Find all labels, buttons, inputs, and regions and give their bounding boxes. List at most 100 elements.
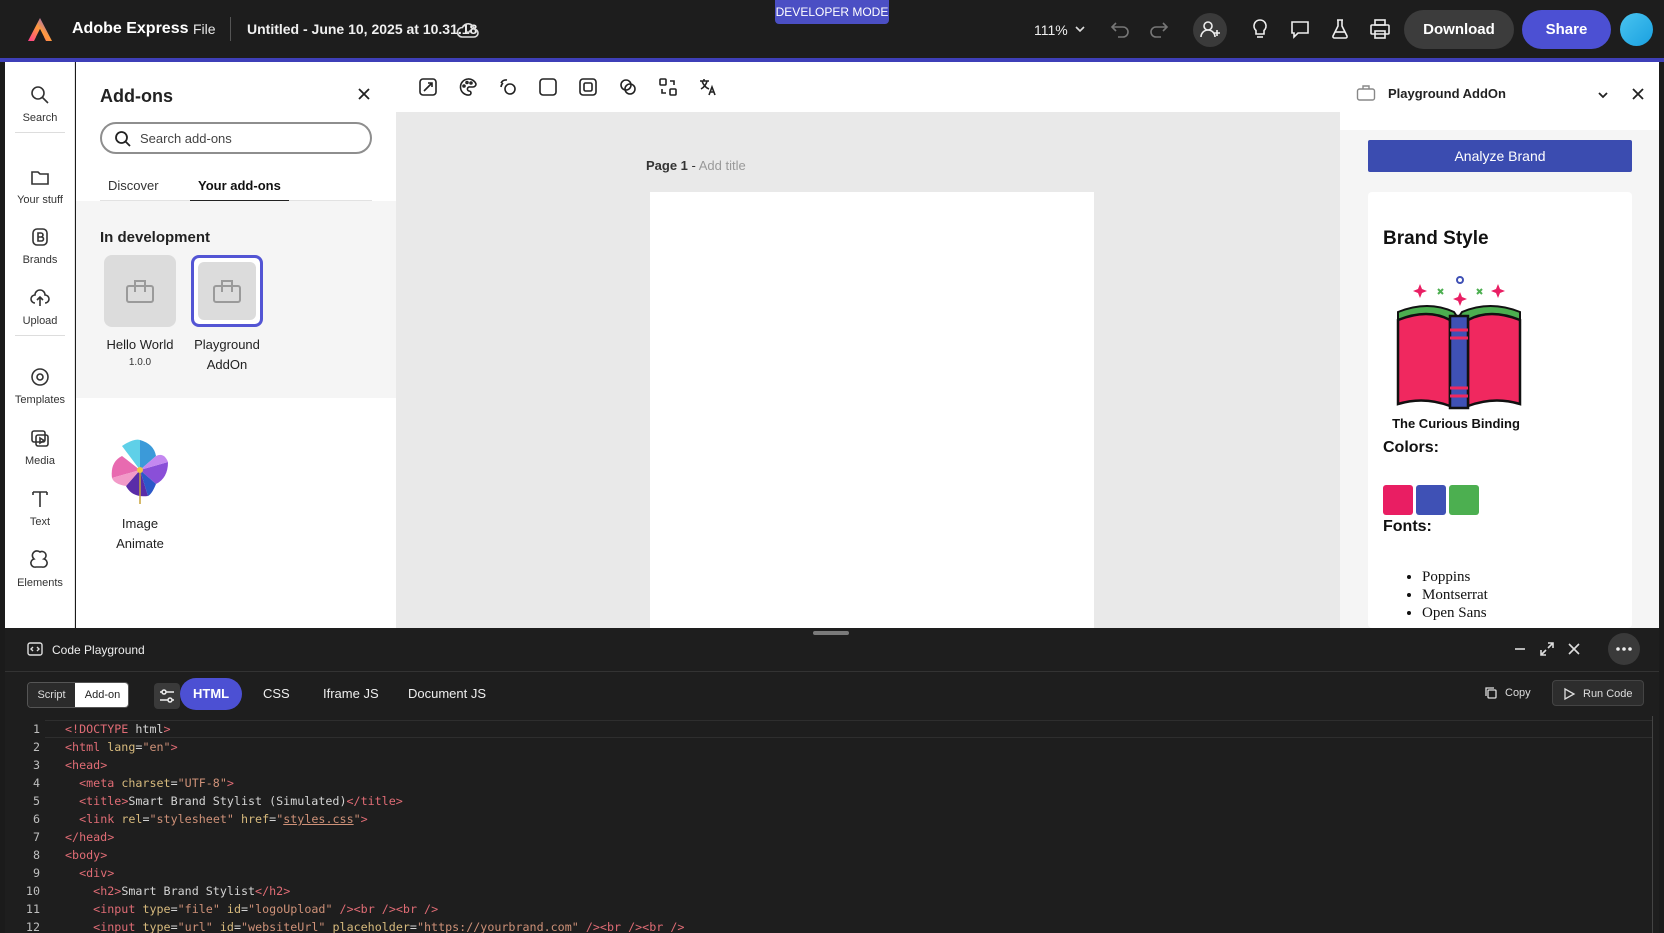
lightbulb-icon[interactable]: [1248, 17, 1272, 41]
code-line[interactable]: 7 </head>: [5, 828, 1645, 846]
code-text: </head>: [65, 830, 115, 844]
code-text: <body>: [65, 848, 108, 862]
download-button[interactable]: Download: [1404, 10, 1514, 49]
code-line[interactable]: 5 <title>Smart Brand Stylist (Simulated)…: [5, 792, 1645, 810]
briefcase-icon: [1356, 84, 1376, 102]
print-icon[interactable]: [1368, 17, 1392, 41]
line-number: 3: [32, 758, 40, 772]
mode-addon[interactable]: Add-on: [75, 683, 128, 707]
rail-item-search[interactable]: Search: [5, 84, 75, 124]
panel-title: Add-ons: [100, 86, 173, 106]
code-line[interactable]: 3 <head>: [5, 756, 1645, 774]
page-number: Page 1: [646, 158, 688, 173]
scrollbar[interactable]: [1652, 716, 1653, 933]
addon-image-animate[interactable]: Image Animate: [102, 434, 178, 554]
code-line[interactable]: 10 <h2>Smart Brand Stylist</h2>: [5, 882, 1645, 900]
rail-item-text[interactable]: Text: [5, 488, 75, 528]
comment-icon[interactable]: [1288, 17, 1312, 41]
more-options-button[interactable]: [1608, 633, 1640, 665]
close-icon[interactable]: [356, 86, 372, 102]
code-line[interactable]: 12 <input type="url" id="websiteUrl" pla…: [5, 918, 1645, 933]
close-icon[interactable]: [1566, 641, 1582, 657]
rail-item-templates[interactable]: Templates: [5, 366, 75, 406]
code-line[interactable]: 6 <link rel="stylesheet" href="styles.cs…: [5, 810, 1645, 828]
tab-discover[interactable]: Discover: [100, 178, 167, 202]
addon-hello-world[interactable]: Hello World 1.0.0: [102, 255, 178, 368]
avatar[interactable]: [1620, 13, 1653, 46]
rail-item-brands[interactable]: Brands: [5, 226, 75, 266]
close-icon[interactable]: [1630, 86, 1646, 102]
code-line[interactable]: 8 <body>: [5, 846, 1645, 864]
code-line[interactable]: 1 <!DOCTYPE html>: [5, 720, 1645, 738]
in-development-section: In development Hello World 1.0.0 Playgro…: [76, 201, 396, 398]
translate-icon[interactable]: [698, 77, 718, 97]
zoom-level[interactable]: 111%: [1034, 22, 1068, 38]
copy-icon: [1485, 687, 1497, 699]
addon-name: Hello World: [106, 337, 174, 352]
code-text: <title>Smart Brand Stylist (Simulated)</…: [79, 794, 403, 808]
code-text: <h2>Smart Brand Stylist</h2>: [93, 884, 291, 898]
addon-playground[interactable]: Playground AddOn: [189, 255, 265, 375]
rail-item-elements[interactable]: Elements: [5, 549, 75, 589]
page-label[interactable]: Page 1 - Add title: [646, 158, 746, 173]
tab-html[interactable]: HTML: [180, 678, 243, 710]
color-swatch[interactable]: [1449, 485, 1479, 515]
color-swatch[interactable]: [1383, 485, 1413, 515]
tab-document-js[interactable]: Document JS: [395, 678, 499, 710]
rail-item-your-stuff[interactable]: Your stuff: [5, 166, 75, 206]
chevron-down-icon[interactable]: [1073, 22, 1087, 36]
flask-icon[interactable]: [1328, 17, 1352, 41]
rail-item-upload[interactable]: Upload: [5, 287, 75, 327]
replace-icon[interactable]: [658, 77, 678, 97]
animate-icon[interactable]: [498, 77, 518, 97]
resize-icon[interactable]: [418, 77, 438, 97]
search-input[interactable]: [140, 129, 360, 147]
code-editor[interactable]: 1 <!DOCTYPE html> 2 <html lang="en"> 3 <head>…: [5, 720, 1645, 933]
code-line[interactable]: 9 <div>: [5, 864, 1645, 882]
document-title[interactable]: Untitled - June 10, 2025 at 10.31.18: [247, 21, 477, 37]
code-line[interactable]: 11 <input type="file" id="logoUpload" />…: [5, 900, 1645, 918]
minimize-icon[interactable]: [1512, 641, 1528, 657]
run-code-button[interactable]: Run Code: [1552, 680, 1644, 706]
addon-version: 1.0.0: [128, 357, 152, 368]
addon-panel-header: Playground AddOn: [1340, 62, 1659, 130]
code-line[interactable]: 4 <meta charset="UTF-8">: [5, 774, 1645, 792]
layers-icon[interactable]: [618, 77, 638, 97]
file-menu[interactable]: File: [193, 21, 216, 37]
list-item: Poppins: [1422, 568, 1488, 586]
rail-item-media[interactable]: Media: [5, 427, 75, 467]
adobe-express-logo-icon[interactable]: [27, 17, 53, 43]
palette-icon[interactable]: [458, 77, 478, 97]
search-field[interactable]: [100, 122, 372, 154]
copy-button[interactable]: Copy: [1475, 680, 1541, 706]
briefcase-icon: [126, 280, 154, 303]
expand-icon[interactable]: [1539, 641, 1555, 657]
undo-icon[interactable]: [1108, 17, 1132, 41]
color-swatch[interactable]: [1416, 485, 1446, 515]
cloud-sync-icon[interactable]: [456, 19, 480, 41]
chevron-down-icon[interactable]: [1596, 88, 1610, 102]
upload-icon: [30, 289, 50, 306]
search-icon: [31, 86, 49, 104]
line-number: 12: [25, 920, 40, 933]
app-name[interactable]: Adobe Express: [72, 20, 188, 38]
settings-sliders-button[interactable]: [154, 683, 180, 709]
tab-iframe-js[interactable]: Iframe JS: [310, 678, 392, 710]
mode-script[interactable]: Script: [28, 683, 75, 707]
left-rail: Search Your stuff Brands Upload Template…: [5, 62, 75, 628]
tab-css[interactable]: CSS: [250, 678, 303, 710]
tab-your-addons[interactable]: Your add-ons: [190, 178, 289, 202]
share-button[interactable]: Share: [1522, 10, 1611, 49]
frame-icon[interactable]: [578, 77, 598, 97]
code-line[interactable]: 2 <html lang="en">: [5, 738, 1645, 756]
invite-button[interactable]: [1193, 13, 1227, 47]
redo-icon[interactable]: [1147, 17, 1171, 41]
analyze-brand-button[interactable]: Analyze Brand: [1368, 140, 1632, 172]
section-heading: In development: [100, 229, 211, 246]
code-playground: Code Playground Script Add-on HTML CSS I…: [5, 628, 1659, 933]
canvas-page[interactable]: [650, 192, 1094, 628]
resize-handle[interactable]: [813, 631, 849, 635]
add-title-hint[interactable]: Add title: [699, 158, 746, 173]
rail-label: Media: [25, 455, 55, 467]
shape-icon[interactable]: [538, 77, 558, 97]
